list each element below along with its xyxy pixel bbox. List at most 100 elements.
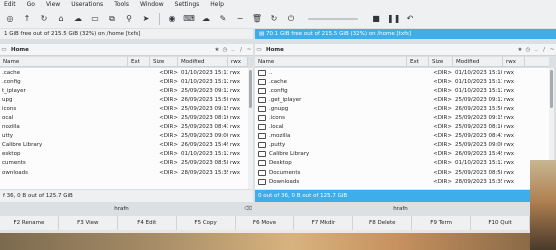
table-row[interactable]: .icons <DIR> 25/09/2023 09:15 rwx — [255, 113, 549, 122]
folder-icon — [258, 105, 266, 112]
cloud-icon[interactable]: ☁ — [200, 13, 212, 25]
command-prompt[interactable]: hrafn — [0, 206, 243, 212]
table-row[interactable]: t_iplayer <DIR> 25/09/2023 09:12 rwx — [0, 86, 248, 95]
col-ext[interactable]: Ext — [128, 56, 150, 67]
mkdir-button[interactable]: F7 Mkdir — [294, 216, 354, 230]
table-row[interactable]: nozilla <DIR> 25/09/2023 08:43 rwx — [0, 123, 248, 132]
menu-help[interactable]: Help — [210, 0, 224, 9]
up-dir-icon[interactable]: / — [540, 47, 548, 53]
folder-icon[interactable]: ▭ — [255, 47, 263, 53]
table-row[interactable]: Calibre Library <DIR> 26/09/2023 15:49 rwx — [255, 150, 549, 159]
col-size[interactable]: Size — [150, 56, 178, 67]
move-button[interactable]: F6 Move — [236, 216, 295, 230]
right-panel-title[interactable]: Home — [263, 47, 516, 53]
filter-icon[interactable]: ⚲ — [123, 13, 135, 25]
left-file-list[interactable]: .cache <DIR> 01/10/2023 15:11 rwx .config <D… — [0, 68, 248, 189]
star-icon[interactable]: ★ — [516, 47, 524, 53]
table-row[interactable]: .. <DIR> 01/10/2023 15:10 rwx — [255, 68, 549, 77]
keyboard-icon[interactable]: ⌨ — [183, 13, 195, 25]
col-modified[interactable]: Modified — [453, 56, 503, 67]
col-name[interactable]: Name — [255, 56, 407, 67]
menu-go[interactable]: Go — [27, 0, 35, 9]
refresh-icon[interactable]: ↻ — [268, 13, 280, 25]
home-icon[interactable]: ⌂ — [55, 13, 67, 25]
col-name[interactable]: Name — [0, 56, 128, 67]
home-dir-icon[interactable]: ~ — [245, 47, 253, 53]
undo-icon[interactable]: ↶ — [404, 13, 416, 25]
terminal-button[interactable]: F9 Term — [412, 216, 472, 230]
table-row[interactable]: .config <DIR> 01/10/2023 15:12 rwx — [255, 86, 549, 95]
scrollbar-thumb[interactable] — [249, 70, 252, 108]
left-scrollbar[interactable] — [248, 68, 253, 189]
right-file-list[interactable]: .. <DIR> 01/10/2023 15:10 rwx .cache <DIR> 01… — [255, 68, 549, 189]
menu-tools[interactable]: Tools — [114, 0, 129, 9]
menu-useractions[interactable]: Userations — [71, 0, 103, 9]
folder-icon[interactable]: ▭ — [0, 47, 8, 53]
table-row[interactable]: ownloads <DIR> 28/09/2023 15:35 rwx — [0, 168, 248, 177]
col-rwx[interactable]: rwx — [503, 56, 525, 67]
cloud-icon[interactable]: ☁ — [72, 13, 84, 25]
table-row[interactable]: ocal <DIR> 25/09/2023 08:16 rwx — [0, 113, 248, 122]
table-row[interactable]: .cache <DIR> 01/10/2023 15:11 rwx — [255, 77, 549, 86]
arrow-up-icon[interactable]: ↑ — [21, 13, 33, 25]
col-rwx[interactable]: rwx — [228, 56, 248, 67]
command-prompt[interactable]: hrafn — [255, 206, 546, 212]
star-icon[interactable]: ★ — [213, 47, 221, 53]
table-row[interactable]: icons <DIR> 25/09/2023 09:15 rwx — [0, 104, 248, 113]
up-dir-icon[interactable]: ‥ — [229, 47, 237, 53]
menu-window[interactable]: Window — [140, 0, 164, 9]
table-row[interactable]: .cache <DIR> 01/10/2023 15:11 rwx — [0, 68, 248, 77]
table-row[interactable]: .get_iplayer <DIR> 25/09/2023 09:12 rwx — [255, 95, 549, 104]
cell-size: <DIR> — [433, 96, 452, 103]
pencil-icon[interactable]: ✎ — [217, 13, 229, 25]
menu-settings[interactable]: Settings — [175, 0, 200, 9]
cursor-icon[interactable]: ➤ — [140, 13, 152, 25]
cell-rwx: rwx — [504, 69, 515, 76]
table-row[interactable]: Desktop <DIR> 01/10/2023 15:12 rwx — [255, 159, 549, 168]
clear-icon[interactable]: ⌫ — [243, 206, 253, 212]
col-ext[interactable]: Ext — [407, 56, 429, 67]
edit-button[interactable]: F4 Edit — [118, 216, 177, 230]
table-row[interactable]: Calibre Library <DIR> 26/09/2023 15:49 rwx — [0, 141, 248, 150]
quit-icon[interactable]: ⏻ — [285, 13, 297, 25]
table-row[interactable]: upg <DIR> 26/09/2023 15:50 rwx — [0, 95, 248, 104]
minus-icon[interactable]: − — [234, 13, 246, 25]
col-modified[interactable]: Modified — [178, 56, 228, 67]
view-button[interactable]: F3 View — [59, 216, 118, 230]
history-icon[interactable]: ◷ — [221, 47, 229, 53]
stop-icon[interactable]: ■ — [370, 13, 382, 25]
copy-icon[interactable]: ⧉ — [106, 13, 118, 25]
table-row[interactable]: .config <DIR> 01/10/2023 15:12 rwx — [0, 77, 248, 86]
col-size[interactable]: Size — [429, 56, 453, 67]
up-dir-icon[interactable]: / — [237, 47, 245, 53]
table-row[interactable]: .local <DIR> 25/09/2023 08:16 rwx — [255, 123, 549, 132]
table-row[interactable]: .gnupg <DIR> 26/09/2023 15:50 rwx — [255, 104, 549, 113]
cell-name: Downloads — [269, 178, 300, 185]
eye-icon[interactable]: ◉ — [166, 13, 178, 25]
table-row[interactable]: Downloads <DIR> 28/09/2023 15:35 rwx — [255, 177, 549, 186]
menu-edit[interactable]: Edit — [4, 0, 16, 9]
table-row[interactable]: .putty <DIR> 25/09/2023 09:00 rwx — [255, 141, 549, 150]
copy-button[interactable]: F5 Copy — [177, 216, 236, 230]
table-row[interactable]: utty <DIR> 25/09/2023 09:00 rwx — [0, 132, 248, 141]
quit-button[interactable]: F10 Quit — [471, 216, 531, 230]
rename-button[interactable]: F2 Rename — [0, 216, 59, 230]
table-row[interactable]: cuments <DIR> 25/09/2023 08:58 rwx — [0, 159, 248, 168]
table-row[interactable]: esktop <DIR> 01/10/2023 15:12 rwx — [0, 150, 248, 159]
home-dir-icon[interactable]: ~ — [548, 47, 556, 53]
globe-icon[interactable]: ◎ — [4, 13, 16, 25]
menu-view[interactable]: View — [46, 0, 60, 9]
table-row[interactable]: Documents <DIR> 25/09/2023 08:58 rwx — [255, 168, 549, 177]
left-panel-title[interactable]: Home — [8, 47, 213, 53]
delete-button[interactable]: F8 Delete — [353, 216, 413, 230]
terminal-icon[interactable]: ▭ — [89, 13, 101, 25]
history-icon[interactable]: ◷ — [524, 47, 532, 53]
refresh-icon[interactable]: ↻ — [38, 13, 50, 25]
trash-icon[interactable]: 🗑 — [251, 13, 263, 25]
zoom-slider[interactable] — [308, 17, 358, 20]
up-dir-icon[interactable]: ‥ — [532, 47, 540, 53]
cell-modified: 25/09/2023 09:12 — [181, 87, 228, 94]
table-row[interactable]: .mozilla <DIR> 25/09/2023 08:43 rwx — [255, 132, 549, 141]
pause-icon[interactable]: ❚❚ — [387, 13, 400, 25]
scrollbar-thumb[interactable] — [550, 70, 553, 108]
